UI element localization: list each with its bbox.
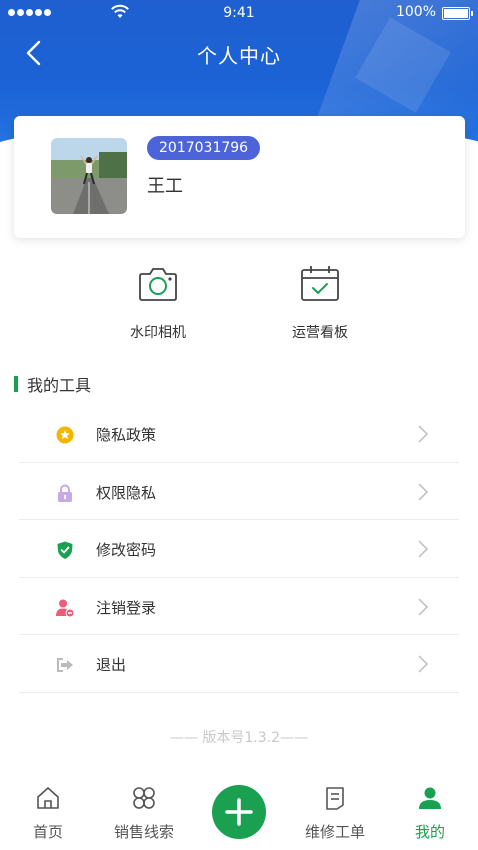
add-button[interactable] xyxy=(212,785,266,839)
star-circle-icon xyxy=(56,426,74,444)
version-label: —— 版本号1.3.2—— xyxy=(169,730,309,746)
plus-icon xyxy=(225,798,253,826)
avatar[interactable] xyxy=(51,138,127,214)
watermark-camera-button[interactable]: 水印相机 xyxy=(98,262,218,342)
user-remove-icon xyxy=(56,599,75,617)
home-icon xyxy=(37,787,59,809)
menu-item-deregister[interactable]: 注销登录 xyxy=(19,578,459,635)
chevron-right-icon xyxy=(418,597,429,616)
grid-clover-icon xyxy=(133,787,155,809)
status-bar: 9:41 100% xyxy=(0,0,478,26)
operations-dashboard-button[interactable]: 运营看板 xyxy=(260,262,380,342)
document-icon xyxy=(326,787,344,810)
menu-item-label: 注销登录 xyxy=(96,598,157,617)
lock-icon xyxy=(58,484,72,502)
tab-label: 首页 xyxy=(32,823,63,841)
battery-percent: 100% xyxy=(395,4,436,20)
chevron-right-icon xyxy=(418,482,429,501)
tab-label: 销售线索 xyxy=(113,823,174,841)
camera-icon xyxy=(139,268,177,301)
shield-check-icon xyxy=(57,541,73,559)
calendar-check-icon xyxy=(301,266,339,301)
section-accent-bar xyxy=(14,376,18,392)
menu-item-privacy-policy[interactable]: 隐私政策 xyxy=(19,405,459,463)
user-name: 王工 xyxy=(147,176,183,197)
page-title: 个人中心 xyxy=(197,44,281,68)
section-title: 我的工具 xyxy=(14,374,92,395)
menu-item-change-password[interactable]: 修改密码 xyxy=(19,520,459,578)
tab-label: 我的 xyxy=(414,823,445,841)
user-icon xyxy=(419,787,441,809)
menu-item-logout[interactable]: 退出 xyxy=(19,635,459,693)
profile-card: 2017031796 王工 xyxy=(14,116,465,238)
menu-item-label: 隐私政策 xyxy=(96,426,157,444)
battery-icon xyxy=(442,7,473,20)
menu-item-label: 退出 xyxy=(96,656,127,674)
tab-mine[interactable]: 我的 xyxy=(382,775,478,842)
tab-repair-orders[interactable]: 维修工单 xyxy=(287,775,383,842)
tab-home[interactable]: 首页 xyxy=(0,775,96,842)
chevron-right-icon xyxy=(418,655,429,673)
menu-item-permission-privacy[interactable]: 权限隐私 xyxy=(19,463,459,520)
menu-item-label: 修改密码 xyxy=(96,541,157,559)
quick-action-label: 运营看板 xyxy=(292,325,348,341)
logout-icon xyxy=(57,658,73,672)
tab-bar: 首页 销售线索 维修工单 我的 xyxy=(0,775,478,850)
user-id-badge: 2017031796 xyxy=(147,136,261,160)
quick-action-label: 水印相机 xyxy=(130,325,186,341)
tab-label: 维修工单 xyxy=(304,823,365,841)
menu-item-label: 权限隐私 xyxy=(96,483,157,502)
tools-menu: 隐私政策 权限隐私 修改密码 注销登录 退出 xyxy=(19,405,459,693)
section-title-text: 我的工具 xyxy=(27,376,92,395)
chevron-right-icon xyxy=(418,425,429,443)
chevron-right-icon xyxy=(418,540,429,558)
tab-sales-leads[interactable]: 销售线索 xyxy=(96,775,192,842)
